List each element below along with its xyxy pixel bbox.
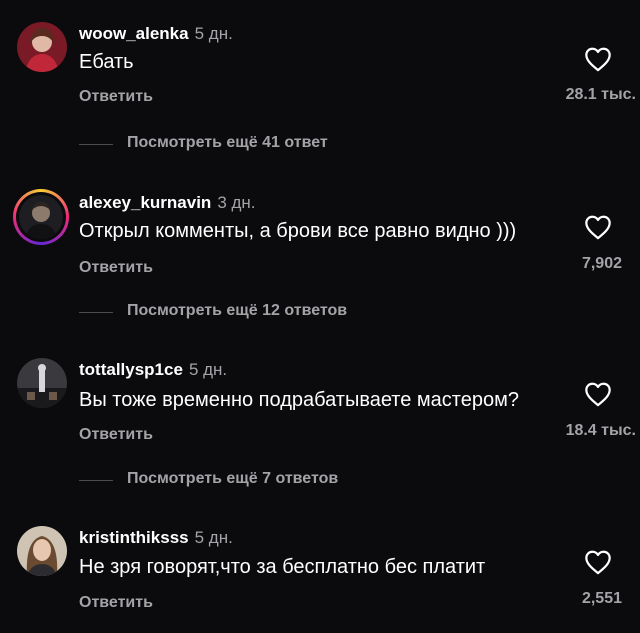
avatar[interactable]: [17, 358, 67, 408]
comment-text: Открыл комменты, а брови все равно видно…: [79, 220, 517, 242]
avatar-stage-icon: [17, 358, 67, 408]
heart-icon[interactable]: [584, 214, 612, 240]
divider: [79, 144, 113, 145]
like-count[interactable]: 2,551: [582, 590, 622, 608]
username[interactable]: kristinthiksss: [79, 528, 189, 547]
avatar-woman-light-icon: [17, 526, 67, 576]
avatar-man-dark-icon: [19, 195, 63, 239]
reply-button[interactable]: Ответить: [79, 259, 153, 277]
heart-icon[interactable]: [584, 549, 612, 575]
comment-header: kristinthiksss 5 дн.: [79, 528, 233, 548]
avatar[interactable]: [19, 195, 63, 239]
reply-button[interactable]: Ответить: [79, 594, 153, 612]
comment-header: alexey_kurnavin 3 дн.: [79, 193, 256, 213]
username[interactable]: tottallysp1ce: [79, 360, 183, 379]
comment-header: woow_alenka 5 дн.: [79, 24, 233, 44]
avatar[interactable]: [17, 22, 67, 72]
like-count[interactable]: 18.4 тыс.: [566, 422, 636, 440]
avatar-woman-red-icon: [17, 22, 67, 72]
timestamp: 5 дн.: [194, 24, 233, 43]
reply-button[interactable]: Ответить: [79, 426, 153, 444]
divider: [79, 312, 113, 313]
divider: [79, 480, 113, 481]
avatar[interactable]: [17, 526, 67, 576]
username[interactable]: woow_alenka: [79, 24, 189, 43]
story-ring[interactable]: [13, 189, 69, 245]
story-ring-gap: [16, 192, 66, 242]
heart-icon[interactable]: [584, 46, 612, 72]
comment-text: Вы тоже временно подрабатываете мастером…: [79, 389, 519, 411]
username[interactable]: alexey_kurnavin: [79, 193, 211, 212]
like-count[interactable]: 7,902: [582, 255, 622, 273]
view-more-label[interactable]: Посмотреть ещё 41 ответ: [127, 134, 328, 152]
reply-button[interactable]: Ответить: [79, 88, 153, 106]
timestamp: 3 дн.: [217, 193, 256, 212]
comment-text: Не зря говорят,что за бесплатно бес плат…: [79, 556, 486, 578]
heart-icon[interactable]: [584, 381, 612, 407]
view-more-label[interactable]: Посмотреть ещё 12 ответов: [127, 302, 347, 320]
comment-header: tottallysp1ce 5 дн.: [79, 360, 227, 380]
timestamp: 5 дн.: [194, 528, 233, 547]
view-more-replies[interactable]: Посмотреть ещё 12 ответов: [0, 302, 640, 322]
timestamp: 5 дн.: [188, 360, 228, 379]
like-count[interactable]: 28.1 тыс.: [566, 86, 636, 104]
comment-text: Ебать: [79, 51, 134, 73]
view-more-replies[interactable]: Посмотреть ещё 7 ответов: [0, 470, 640, 490]
view-more-replies[interactable]: Посмотреть ещё 41 ответ: [0, 134, 640, 154]
view-more-label[interactable]: Посмотреть ещё 7 ответов: [127, 470, 338, 488]
